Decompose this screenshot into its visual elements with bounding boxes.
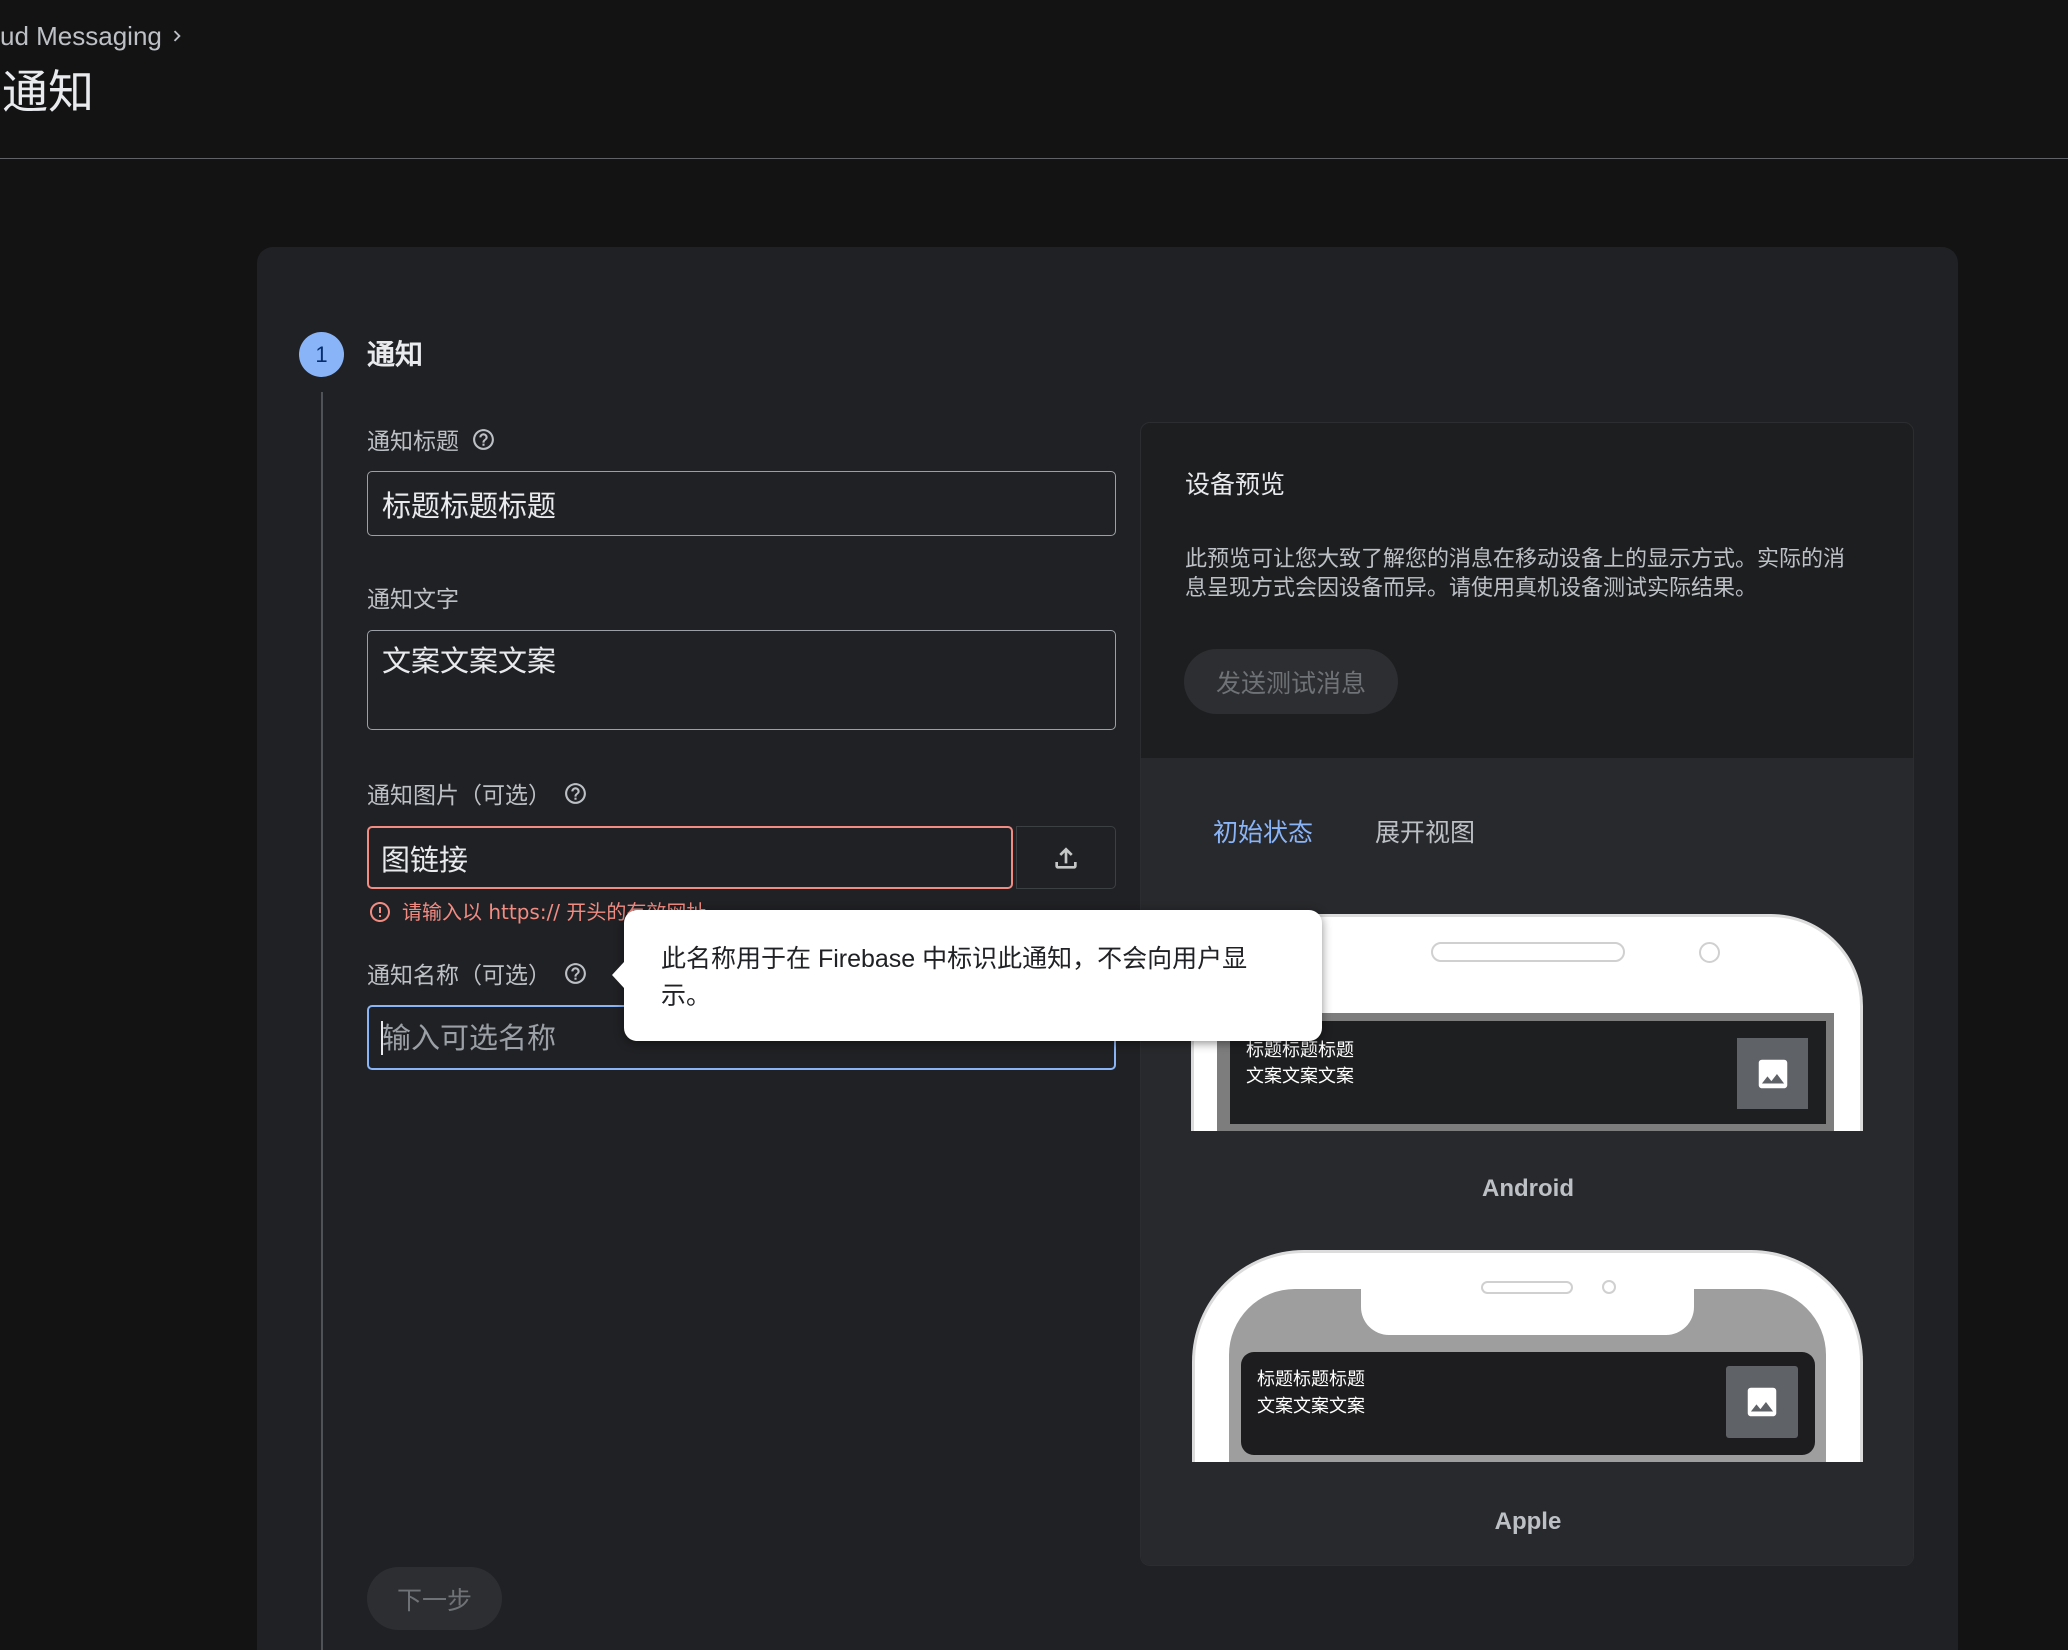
- notification-text-input[interactable]: 文案文案文案: [367, 630, 1116, 730]
- phone-speaker: [1431, 942, 1625, 962]
- tab-expanded-view[interactable]: 展开视图: [1375, 818, 1475, 848]
- notification-image-placeholder: [1737, 1038, 1808, 1109]
- error-icon: [368, 900, 392, 924]
- notification-image-url-input[interactable]: [367, 826, 1013, 889]
- name-help-tooltip: 此名称用于在 Firebase 中标识此通知，不会向用户显示。: [612, 910, 1322, 1041]
- apple-notification: 标题标题标题 文案文案文案: [1241, 1352, 1815, 1455]
- notification-title-input[interactable]: [367, 471, 1116, 536]
- phone-camera: [1699, 942, 1720, 963]
- name-field-label-row: 通知名称（可选）: [367, 958, 588, 989]
- help-icon[interactable]: [471, 427, 496, 452]
- step-title: 通知: [367, 338, 424, 371]
- help-icon[interactable]: [563, 781, 588, 806]
- tooltip-arrow: [612, 962, 624, 988]
- image-field-label: 通知图片（可选）: [367, 783, 551, 809]
- phone-camera: [1602, 1280, 1616, 1294]
- notification-body: 文案文案文案: [1246, 1066, 1354, 1087]
- phone-speaker: [1481, 1281, 1573, 1294]
- image-field-label-row: 通知图片（可选）: [367, 778, 588, 809]
- next-step-button[interactable]: 下一步: [367, 1567, 502, 1630]
- help-icon[interactable]: [563, 961, 588, 986]
- title-field-label-row: 通知标题: [367, 424, 496, 455]
- notification-image-placeholder: [1726, 1366, 1798, 1438]
- android-label: Android: [1482, 1175, 1574, 1202]
- chevron-right-icon: [166, 25, 188, 47]
- notification-title: 标题标题标题: [1246, 1040, 1354, 1061]
- breadcrumb: ud Messaging: [0, 20, 188, 52]
- image-icon: [1754, 1055, 1792, 1093]
- apple-screen: 标题标题标题 文案文案文案: [1229, 1289, 1826, 1462]
- step-number: 1: [315, 341, 328, 367]
- page-title: 通知: [2, 65, 94, 119]
- header-divider: [0, 158, 2068, 159]
- step-number-badge: 1: [299, 332, 344, 377]
- stepper-line: [321, 392, 323, 1650]
- tooltip-text: 此名称用于在 Firebase 中标识此通知，不会向用户显示。: [661, 945, 1248, 1010]
- android-notification: 标题标题标题 文案文案文案: [1230, 1021, 1826, 1124]
- upload-icon: [1050, 842, 1082, 874]
- text-field-label-row: 通知文字: [367, 582, 459, 613]
- device-preview-description: 此预览可让您大致了解您的消息在移动设备上的显示方式。实际的消息呈现方式会因设备而…: [1185, 547, 1846, 601]
- page: ud Messaging 通知 1 通知 通知标题 通知文字 文案文案文案 通知…: [0, 0, 2068, 1650]
- notification-title: 标题标题标题: [1257, 1369, 1365, 1390]
- breadcrumb-link-cloud-messaging[interactable]: ud Messaging: [0, 20, 162, 52]
- apple-label: Apple: [1494, 1508, 1562, 1535]
- upload-image-button[interactable]: [1016, 826, 1116, 889]
- phone-notch: [1361, 1289, 1694, 1335]
- send-test-message-button[interactable]: 发送测试消息: [1184, 649, 1398, 714]
- name-field-label: 通知名称（可选）: [367, 963, 551, 989]
- text-cursor: [381, 1021, 383, 1055]
- tab-initial-state[interactable]: 初始状态: [1213, 818, 1313, 848]
- apple-phone-frame: 标题标题标题 文案文案文案: [1192, 1250, 1863, 1462]
- notification-body: 文案文案文案: [1257, 1396, 1365, 1417]
- text-field-label: 通知文字: [367, 587, 459, 613]
- device-preview-title: 设备预览: [1185, 470, 1286, 499]
- title-field-label: 通知标题: [367, 429, 459, 455]
- image-icon: [1743, 1383, 1781, 1421]
